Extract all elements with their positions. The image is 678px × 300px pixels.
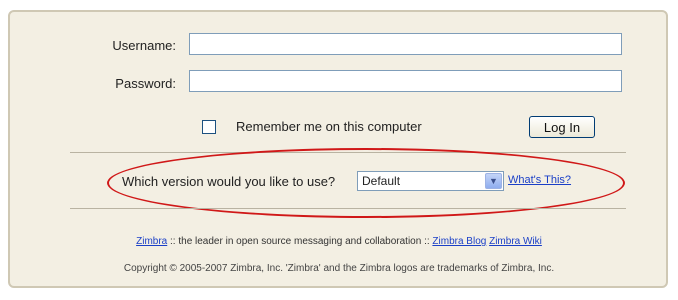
zimbra-wiki-link[interactable]: Zimbra Wiki [489,236,542,247]
copyright-text: Copyright © 2005-2007 Zimbra, Inc. 'Zimb… [123,263,555,274]
remember-me-checkbox[interactable] [202,120,216,134]
password-label: Password: [115,76,176,91]
username-input[interactable] [189,33,622,55]
username-label: Username: [112,38,176,53]
chevron-down-icon[interactable]: ▼ [485,173,502,189]
footer-tagline: :: the leader in open source messaging a… [167,236,433,247]
whats-this-link[interactable]: What's This? [508,174,571,186]
version-select[interactable]: Default ▼ [357,171,504,191]
zimbra-blog-link[interactable]: Zimbra Blog [432,236,486,247]
footer-links: Zimbra :: the leader in open source mess… [0,236,678,247]
separator [70,152,626,153]
login-button[interactable]: Log In [529,116,595,138]
version-question: Which version would you like to use? [122,174,336,189]
zimbra-link[interactable]: Zimbra [136,236,167,247]
remember-me-label: Remember me on this computer [236,119,422,134]
version-select-value: Default [362,174,401,188]
password-input[interactable] [189,70,622,92]
separator [70,208,626,209]
